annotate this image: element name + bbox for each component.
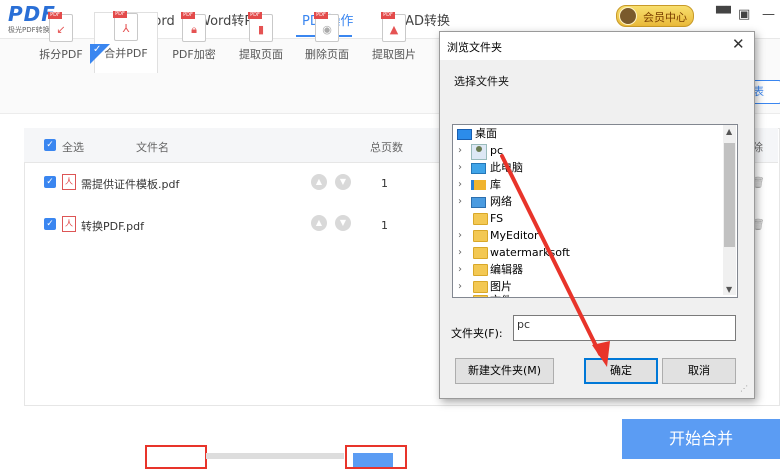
annotation-arrow <box>500 154 610 367</box>
